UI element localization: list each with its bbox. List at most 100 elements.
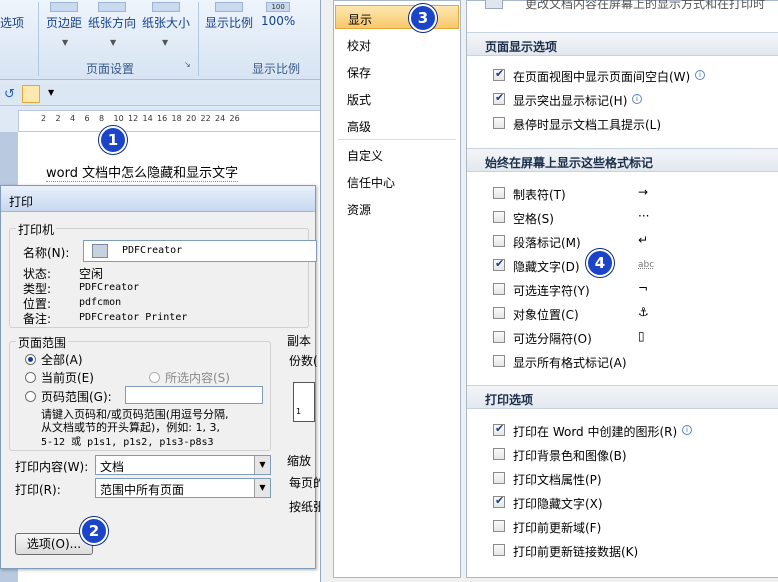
- nav-item-customize[interactable]: 自定义: [335, 142, 459, 166]
- option-label: 段落标记(M): [513, 236, 581, 250]
- printer-name-select[interactable]: PDFCreator: [83, 240, 317, 262]
- checkbox[interactable]: [493, 117, 505, 129]
- group-label-page-setup: 页面设置: [86, 62, 135, 76]
- document-text: word 文档中怎么隐藏和显示文字: [46, 162, 239, 182]
- checkbox[interactable]: [493, 544, 505, 556]
- checkbox[interactable]: [493, 448, 505, 460]
- checkbox[interactable]: [493, 307, 505, 319]
- options-nav: 显示 校对 保存 版式 高级 自定义 信任中心 资源: [333, 0, 461, 578]
- zoom-100-button[interactable]: 100 100%: [261, 2, 295, 28]
- checkbox[interactable]: [493, 422, 505, 436]
- nav-item-label: 信任中心: [347, 176, 396, 190]
- paper-size-button[interactable]: 纸张大小: [142, 2, 190, 31]
- options-ribbon-button[interactable]: 选项: [0, 14, 24, 31]
- option-label: 可选连字符(Y): [513, 284, 590, 298]
- margins-button[interactable]: 页边距: [46, 2, 82, 31]
- section-print-options: 打印选项: [467, 385, 778, 409]
- option-label: 空格(S): [513, 212, 554, 226]
- nav-item-proofing[interactable]: 校对: [335, 32, 459, 56]
- range-pages-radio[interactable]: [25, 391, 36, 402]
- step-badge-3: 3: [409, 4, 437, 32]
- print-what-select[interactable]: 文档 ▼: [95, 455, 271, 475]
- step-badge-1: 1: [99, 126, 127, 154]
- undo-icon[interactable]: ↺: [4, 87, 15, 102]
- nav-item-advanced[interactable]: 高级: [335, 113, 459, 137]
- format-mark-glyph: ⚓: [638, 305, 649, 319]
- section-format-marks: 始终在屏幕上显示这些格式标记: [467, 148, 778, 172]
- ruler-number: 26: [229, 114, 240, 123]
- printer-icon: [92, 244, 108, 258]
- dialog-launcher-icon[interactable]: ↘: [184, 60, 191, 69]
- copies-legend: 副本: [287, 334, 312, 348]
- ruler-number: 12: [128, 114, 139, 123]
- checkbox[interactable]: [493, 283, 505, 295]
- page-range-input[interactable]: [125, 386, 263, 404]
- orientation-button[interactable]: 纸张方向: [88, 2, 136, 31]
- option-label: 显示突出显示标记(H): [513, 94, 628, 108]
- info-icon[interactable]: i: [695, 70, 705, 80]
- customize-toolbar-icon[interactable]: ▼: [48, 88, 54, 97]
- ruler-number: 10: [113, 114, 124, 123]
- nav-item-trust-center[interactable]: 信任中心: [335, 169, 459, 193]
- checkbox[interactable]: [493, 520, 505, 532]
- step-badge-4: 4: [586, 249, 614, 277]
- nav-item-resources[interactable]: 资源: [335, 196, 459, 220]
- checkbox[interactable]: [493, 355, 505, 367]
- chevron-down-icon: ▼: [110, 38, 117, 47]
- comment-label: 备注:: [23, 312, 52, 326]
- collate-page-icon: 1: [293, 382, 315, 422]
- ribbon: 选项 页边距 纸张方向 纸张大小 ▼ ▼ ▼ 页面设置 ↘ 显示比例 100 10…: [0, 0, 330, 80]
- printer-legend: 打印机: [16, 221, 57, 238]
- print-pages-value: 范围中所有页面: [100, 483, 185, 497]
- checkbox[interactable]: [493, 67, 505, 81]
- checkbox[interactable]: [493, 494, 505, 508]
- nav-item-label: 保存: [347, 66, 372, 80]
- ribbon-separator: [38, 2, 39, 76]
- zoom-button[interactable]: 显示比例: [205, 2, 253, 31]
- checkbox[interactable]: [493, 331, 505, 343]
- nav-divider: [338, 139, 456, 140]
- zoom-100-icon: 100: [266, 2, 291, 12]
- option-label: 打印隐藏文字(X): [513, 497, 603, 511]
- option-label: 显示所有格式标记(A): [513, 356, 627, 370]
- option-label: 对象位置(C): [513, 308, 579, 322]
- nav-item-layout[interactable]: 版式: [335, 86, 459, 110]
- header-description: 更改文档内容在屏幕上的显示方式和在打印时: [525, 0, 766, 11]
- checkbox[interactable]: [493, 472, 505, 484]
- checkbox[interactable]: [493, 91, 505, 105]
- info-icon[interactable]: i: [632, 94, 642, 104]
- checkbox[interactable]: [493, 257, 505, 271]
- zoom-legend: 缩放: [287, 454, 312, 468]
- format-mark-glyph: ¬: [638, 281, 649, 295]
- print-dialog-title: 打印: [1, 186, 315, 212]
- checkbox[interactable]: [493, 235, 505, 247]
- print-dialog: 打印 打印机 名称(N): PDFCreator 状态: 空闲 类型: PDFC…: [0, 185, 325, 569]
- ruler-number: 18: [171, 114, 182, 123]
- checkbox[interactable]: [493, 187, 505, 199]
- range-all-label: 全部(A): [41, 353, 83, 367]
- paper-size-icon: [152, 2, 180, 12]
- step-badge-2: 2: [80, 517, 108, 545]
- option-label: 打印背景色和图像(B): [513, 449, 627, 463]
- option-label: 在页面视图中显示页面间空白(W): [513, 70, 691, 84]
- info-icon[interactable]: i: [682, 425, 692, 435]
- print-pages-select[interactable]: 范围中所有页面 ▼: [95, 478, 271, 498]
- ruler[interactable]: 2 2 4 6 8 10 12 14 16 18 20 22 24 26: [18, 110, 330, 132]
- option-label: 可选分隔符(O): [513, 332, 592, 346]
- chevron-down-icon: ▼: [162, 38, 169, 47]
- format-mark-glyph: ▯: [638, 329, 645, 343]
- print-preview-icon[interactable]: [22, 85, 40, 103]
- range-all-radio[interactable]: [25, 354, 36, 365]
- nav-item-save[interactable]: 保存: [335, 59, 459, 83]
- ribbon-separator: [198, 2, 199, 76]
- range-current-radio[interactable]: [25, 372, 36, 383]
- paper-size-label: 纸张大小: [142, 16, 191, 30]
- ruler-number: 24: [215, 114, 226, 123]
- ruler-number: 22: [200, 114, 211, 123]
- nav-item-label: 校对: [347, 39, 372, 53]
- orientation-label: 纸张方向: [88, 16, 137, 30]
- ruler-numbers: 2 2 4 6 8 10 12 14 16 18 20 22 24 26: [19, 114, 331, 128]
- nav-item-display[interactable]: 显示: [335, 5, 459, 29]
- checkbox[interactable]: [493, 211, 505, 223]
- format-mark-glyph: abc: [638, 260, 655, 270]
